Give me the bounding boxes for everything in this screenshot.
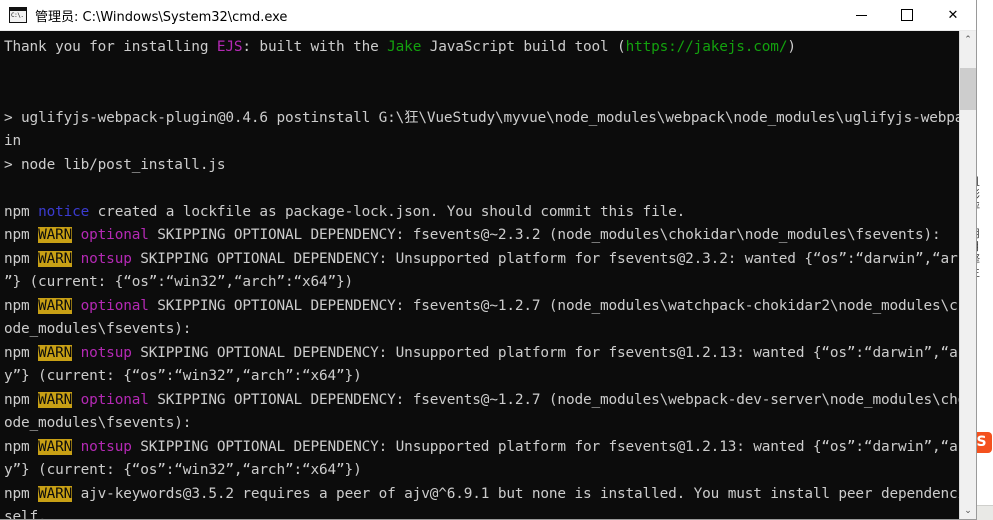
- console-text-span: notsup: [80, 344, 132, 361]
- minimize-button[interactable]: [838, 0, 884, 30]
- console-line: in: [4, 130, 960, 154]
- warn-badge: WARN: [38, 438, 73, 455]
- console-line: npm WARN optional SKIPPING OPTIONAL DEPE…: [4, 389, 960, 413]
- console-line: npm WARN notsup SKIPPING OPTIONAL DEPEND…: [4, 248, 960, 272]
- console-text-span: npm: [4, 344, 39, 361]
- console-text-span: self.: [4, 509, 47, 519]
- console-text-span: https://jakejs.com/: [625, 39, 788, 55]
- console-line: npm WARN notsup SKIPPING OPTIONAL DEPEND…: [4, 342, 960, 366]
- window-controls: ✕: [838, 0, 976, 30]
- scroll-up-arrow-icon[interactable]: ⌃: [960, 31, 976, 48]
- warn-badge: WARN: [38, 391, 73, 408]
- console-text-span: npm: [4, 391, 39, 408]
- console-text-span: y”} (current: {“os”:“win32”,“arch”:“x64”…: [4, 368, 362, 384]
- console-text-span: npm: [4, 250, 39, 267]
- console-text-span: npm: [4, 485, 39, 502]
- console-line: ode_modules\fsevents):: [4, 412, 960, 436]
- console-text-span: [72, 439, 81, 455]
- console-text-span: ): [787, 39, 796, 55]
- console-text-span: [72, 345, 81, 361]
- console-line: y”} (current: {“os”:“win32”,“arch”:“x64”…: [4, 459, 960, 483]
- console-text-span: optional: [80, 297, 149, 314]
- cmd-console-window: C:\. 管理员: C:\Windows\System32\cmd.exe ✕ …: [0, 0, 976, 519]
- warn-badge: WARN: [38, 227, 73, 243]
- console-text-span: notsup: [80, 438, 132, 455]
- console-text-span: npm: [4, 227, 39, 243]
- cmd-icon[interactable]: C:\.: [9, 7, 27, 23]
- console-text-span: [72, 298, 81, 314]
- console-line: Thank you for installing EJS: built with…: [4, 36, 960, 60]
- console-text-span: SKIPPING OPTIONAL DEPENDENCY: Unsupporte…: [131, 250, 960, 267]
- console-text-span: > uglifyjs-webpack-plugin@0.4.6 postinst…: [4, 109, 960, 126]
- console-output-area[interactable]: Thank you for installing EJS: built with…: [0, 31, 960, 519]
- console-text-span: notsup: [80, 250, 132, 267]
- console-text-span: SKIPPING OPTIONAL DEPENDENCY: Unsupporte…: [131, 438, 960, 455]
- console-text-span: SKIPPING OPTIONAL DEPENDENCY: fsevents@~…: [148, 297, 960, 314]
- console-text-span: ”} (current: {“os”:“win32”,“arch”:“x64”}…: [4, 274, 354, 290]
- console-text-span: notice: [38, 203, 90, 220]
- console-line: npm WARN ajv-keywords@3.5.2 requires a p…: [4, 483, 960, 507]
- console-line: > node lib/post_install.js: [4, 154, 960, 178]
- scroll-down-arrow-icon[interactable]: ⌄: [960, 502, 976, 519]
- console-text-span: [72, 392, 81, 408]
- console-text-span: Thank you for installing: [4, 39, 217, 55]
- console-text-span: npm: [4, 438, 39, 455]
- console-line: y”} (current: {“os”:“win32”,“arch”:“x64”…: [4, 365, 960, 389]
- console-line: npm WARN notsup SKIPPING OPTIONAL DEPEND…: [4, 436, 960, 460]
- console-text-span: ode_modules\fsevents):: [4, 415, 192, 431]
- console-line: self.: [4, 506, 960, 519]
- console-text-span: npm: [4, 297, 39, 314]
- warn-badge: WARN: [38, 344, 73, 361]
- console-line: > uglifyjs-webpack-plugin@0.4.6 postinst…: [4, 107, 960, 131]
- console-text-span: SKIPPING OPTIONAL DEPENDENCY: fsevents@~…: [148, 391, 960, 408]
- console-text-span: Jake: [387, 39, 422, 55]
- console-line: npm notice created a lockfile as package…: [4, 201, 960, 225]
- minimize-icon: [855, 14, 867, 16]
- console-text-span: ajv-keywords@3.5.2 requires a peer of aj…: [72, 485, 960, 502]
- warn-badge: WARN: [38, 485, 73, 502]
- console-line: ”} (current: {“os”:“win32”,“arch”:“x64”}…: [4, 271, 960, 295]
- console-text: Thank you for installing EJS: built with…: [0, 31, 960, 519]
- console-text-span: y”} (current: {“os”:“win32”,“arch”:“x64”…: [4, 462, 362, 478]
- console-text-span: SKIPPING OPTIONAL DEPENDENCY: Unsupporte…: [131, 344, 960, 361]
- warn-badge: WARN: [38, 297, 73, 314]
- console-text-span: > node lib/post_install.js: [4, 156, 226, 173]
- console-line: ode_modules\fsevents):: [4, 318, 960, 342]
- title-bar[interactable]: C:\. 管理员: C:\Windows\System32\cmd.exe ✕: [0, 0, 976, 31]
- maximize-icon: [901, 9, 913, 21]
- console-text-span: JavaScript build tool (: [421, 39, 626, 55]
- console-text-span: [72, 227, 81, 243]
- console-text-span: in: [4, 133, 22, 149]
- console-text-span: optional: [80, 227, 149, 243]
- console-text-span: created a lockfile as package-lock.json.…: [89, 203, 686, 220]
- console-text-span: optional: [80, 391, 149, 408]
- cmd-icon-glyph: C:\.: [11, 12, 24, 19]
- scrollbar-track[interactable]: [960, 48, 976, 502]
- warn-badge: WARN: [38, 250, 73, 267]
- console-line: npm WARN optional SKIPPING OPTIONAL DEPE…: [4, 224, 960, 248]
- console-text-span: SKIPPING OPTIONAL DEPENDENCY: fsevents@~…: [148, 227, 941, 243]
- console-line: npm WARN optional SKIPPING OPTIONAL DEPE…: [4, 295, 960, 319]
- console-scrollbar[interactable]: ⌃ ⌄: [959, 31, 976, 519]
- console-text-span: : built with the: [242, 39, 388, 55]
- window-title: 管理员: C:\Windows\System32\cmd.exe: [35, 9, 288, 25]
- console-text-span: [72, 251, 81, 267]
- console-text-span: ode_modules\fsevents):: [4, 321, 192, 337]
- close-icon: ✕: [947, 7, 959, 23]
- console-text-span: EJS: [216, 39, 243, 55]
- console-text-span: npm: [4, 203, 39, 220]
- maximize-button[interactable]: [884, 0, 930, 30]
- scrollbar-thumb[interactable]: [960, 68, 976, 110]
- close-button[interactable]: ✕: [930, 0, 976, 30]
